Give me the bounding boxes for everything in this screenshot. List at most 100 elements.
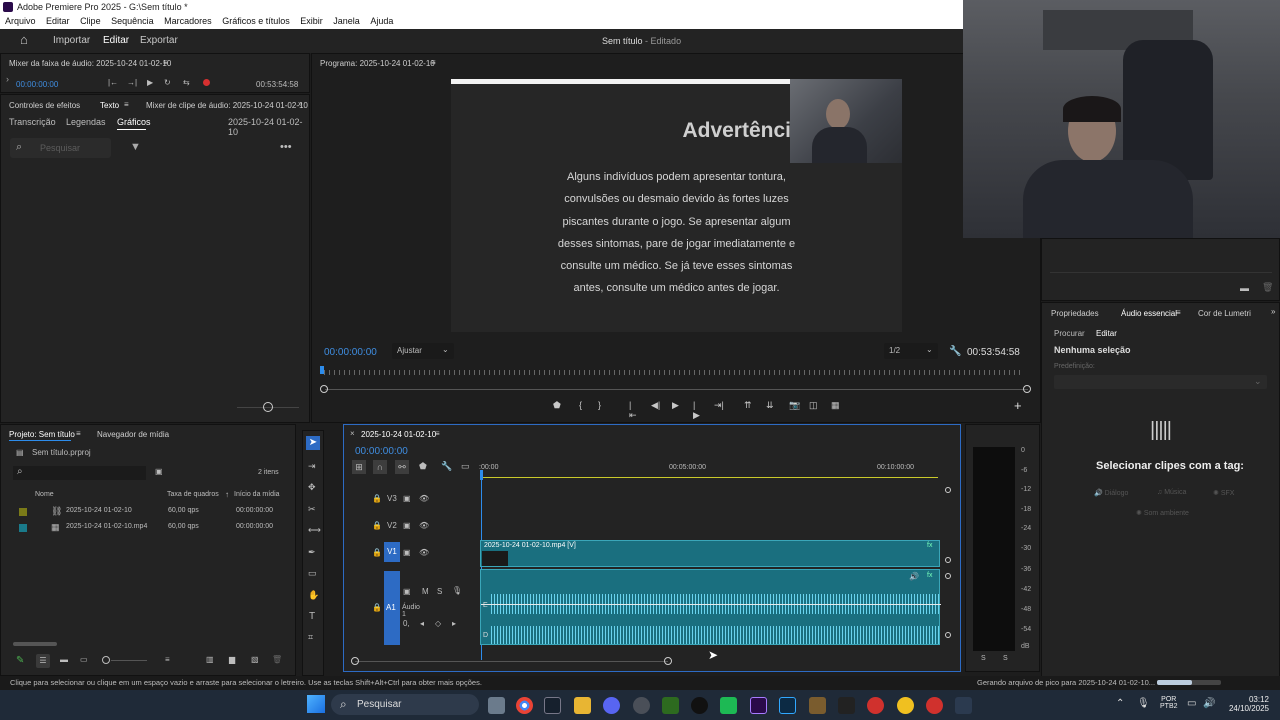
premiere-icon[interactable] [750, 697, 767, 714]
go-to-in-icon[interactable]: |← [108, 78, 118, 87]
menu-marcadores[interactable]: Marcadores [164, 16, 212, 26]
clock[interactable]: 03:12 24/10/2025 [1221, 695, 1269, 713]
selection-tool-icon[interactable]: ➤ [306, 436, 320, 450]
new-bin-icon[interactable]: ▣ [155, 467, 163, 476]
new-bin-icon[interactable]: ▆ [229, 655, 235, 664]
resolution-dropdown[interactable]: 1/2 ⌄ [884, 343, 938, 359]
tab-properties[interactable]: Propriedades [1051, 309, 1099, 318]
timeline-title[interactable]: 2025-10-24 01-02-10 [361, 430, 436, 439]
step-forward-icon[interactable]: |▶ [693, 400, 700, 421]
folder-icon[interactable]: ▬ [1240, 283, 1249, 293]
track-scroll-handle[interactable] [945, 557, 951, 563]
solo-button[interactable]: S [437, 587, 442, 596]
sync-lock-icon[interactable]: ▣ [403, 521, 411, 530]
program-ruler[interactable] [322, 368, 1028, 378]
panel-menu-icon[interactable]: ≡ [435, 429, 440, 438]
comparison-view-icon[interactable]: ◫ [809, 400, 818, 411]
ripple-edit-tool-icon[interactable]: ✥ [308, 482, 316, 493]
slip-tool-icon[interactable]: ⟷ [308, 525, 321, 536]
menu-editar[interactable]: Editar [46, 16, 70, 26]
play-icon[interactable]: ▶ [147, 78, 153, 87]
trash-icon[interactable]: 🗑 [1262, 282, 1273, 293]
panel-menu-icon[interactable]: ≡ [76, 429, 81, 438]
tab-media-browser[interactable]: Navegador de mídia [97, 430, 169, 439]
trash-icon[interactable]: 🗑 [272, 655, 282, 664]
captions-icon[interactable]: ▭ [461, 461, 470, 472]
add-keyframe-icon[interactable]: ◇ [435, 619, 441, 628]
video-clip-v1[interactable]: 2025-10-24 01-02-10.mp4 [V] fx [480, 540, 940, 567]
solo-left-button[interactable]: S [981, 655, 986, 662]
hand-tool-icon[interactable]: ✋ [308, 590, 319, 601]
chevron-up-icon[interactable]: ⌃ [1116, 698, 1124, 709]
marker-icon[interactable]: ⬟ [419, 461, 427, 472]
h-scroll-start[interactable] [351, 657, 359, 665]
track-scroll-handle[interactable] [945, 487, 951, 493]
tab-text[interactable]: Texto [100, 101, 119, 110]
solo-right-button[interactable]: S [1003, 655, 1008, 662]
import-tab[interactable]: Importar [53, 35, 90, 46]
go-to-out-icon[interactable]: →| [127, 78, 137, 87]
panel-menu-icon[interactable]: ≡ [1176, 308, 1181, 317]
pencil-icon[interactable]: ✎ [16, 655, 24, 666]
export-tab[interactable]: Exportar [140, 35, 178, 46]
tag-ambience-button[interactable]: ✺ Som ambiente [1136, 509, 1189, 517]
lock-icon[interactable]: 🔒 [372, 521, 382, 530]
language-indicator[interactable]: POR PTB2 [1160, 696, 1178, 710]
subtab-captions[interactable]: Legendas [66, 117, 106, 127]
menu-janela[interactable]: Janela [333, 16, 360, 26]
h-scroll-end[interactable] [664, 657, 672, 665]
subtab-graphics[interactable]: Gráficos [117, 117, 151, 127]
steam-tray-icon[interactable] [955, 697, 972, 714]
caption-tool-icon[interactable]: ⌗ [308, 632, 313, 643]
camera-icon[interactable]: 📷 [789, 400, 800, 411]
app-icon[interactable] [720, 697, 737, 714]
record-icon[interactable] [203, 79, 210, 86]
network-icon[interactable]: ▭ [1187, 698, 1196, 709]
minecraft-icon[interactable] [809, 697, 826, 714]
panel-menu-icon[interactable]: ≡ [163, 58, 168, 67]
mute-button[interactable]: M [422, 587, 429, 596]
menu-exibir[interactable]: Exibir [300, 16, 323, 26]
track-scroll-handle[interactable] [945, 632, 951, 638]
wrench-icon[interactable]: 🔧 [949, 346, 961, 357]
zoom-scrollbar[interactable] [325, 389, 1028, 390]
tag-sfx-button[interactable]: ✺ SFX [1213, 489, 1234, 497]
adobe-icon[interactable] [926, 697, 943, 714]
timeline-h-scrollbar[interactable] [355, 661, 668, 662]
rectangle-tool-icon[interactable]: ▭ [308, 568, 317, 579]
steam-icon[interactable] [544, 697, 561, 714]
subtab-transcription[interactable]: Transcrição [9, 117, 56, 127]
eye-icon[interactable]: 👁 [419, 494, 429, 503]
marker-icon[interactable]: ⬟ [553, 400, 561, 411]
menu-clipe[interactable]: Clipe [80, 16, 101, 26]
go-to-in-icon[interactable]: |⇤ [629, 400, 637, 421]
microphone-icon[interactable]: 🎙 [1137, 698, 1150, 709]
github-icon[interactable] [691, 697, 708, 714]
track-select-tool-icon[interactable]: ⇥ [308, 461, 316, 472]
obs-icon[interactable] [633, 697, 650, 714]
project-scrollbar[interactable] [13, 642, 57, 646]
zoom-scrollbar-end[interactable] [1023, 385, 1031, 393]
type-tool-icon[interactable]: T [309, 611, 315, 622]
freeform-view-icon[interactable]: ▭ [80, 655, 88, 664]
sync-lock-icon[interactable]: ▣ [403, 548, 411, 557]
subtab-browse[interactable]: Procurar [1054, 329, 1085, 338]
fit-dropdown[interactable]: Ajustar ⌄ [392, 343, 454, 359]
taskbar-search[interactable]: ⌕ Pesquisar [331, 694, 479, 715]
next-keyframe-icon[interactable]: ▸ [452, 619, 456, 628]
zoom-slider[interactable] [111, 660, 147, 661]
home-icon[interactable]: ⌂ [20, 32, 28, 47]
capcut-icon[interactable] [838, 697, 855, 714]
photoshop-icon[interactable] [779, 697, 796, 714]
list-view-icon[interactable]: ☰ [36, 654, 50, 668]
panel-menu-icon[interactable]: ≡ [124, 100, 129, 109]
linked-selection-icon[interactable]: ⚯ [395, 460, 409, 474]
multicam-icon[interactable]: ▦ [831, 400, 840, 411]
chrome-icon[interactable] [516, 697, 533, 714]
tab-lumetri-color[interactable]: Cor de Lumetri [1198, 309, 1251, 318]
automate-icon[interactable]: ▥ [206, 655, 214, 664]
eye-icon[interactable]: 👁 [419, 548, 429, 557]
volume-icon[interactable]: 🔊 [1203, 698, 1215, 709]
mark-in-icon[interactable]: { [579, 400, 582, 410]
sync-lock-icon[interactable]: ▣ [403, 494, 411, 503]
